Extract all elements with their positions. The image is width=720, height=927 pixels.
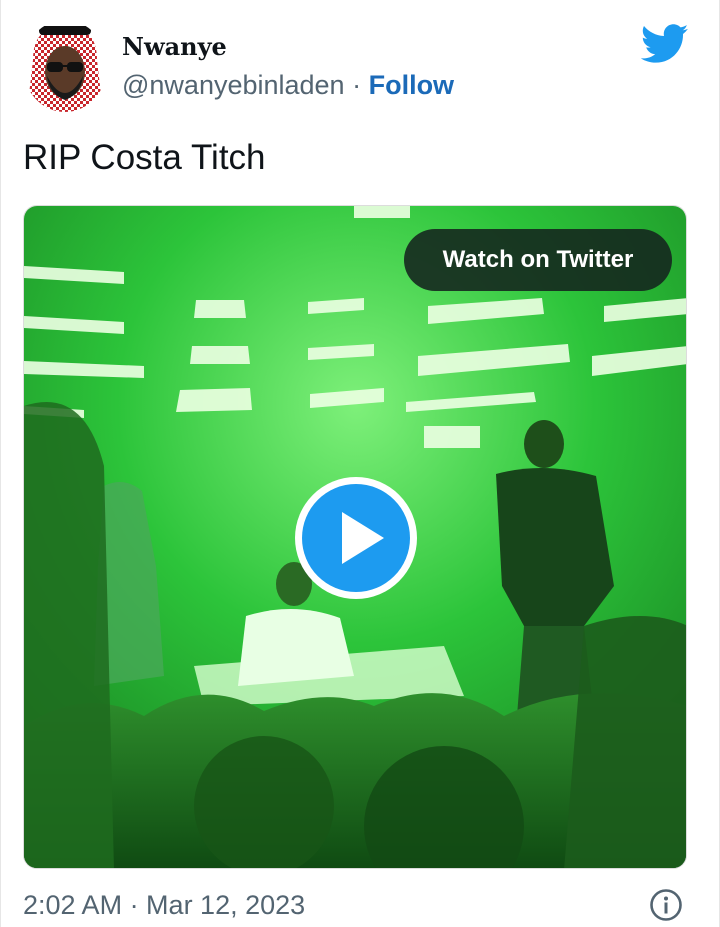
- tweet-text: RIP Costa Titch: [23, 138, 266, 177]
- handle-line: @nwanyebinladen · Follow: [122, 70, 454, 101]
- play-icon[interactable]: [292, 474, 420, 602]
- info-icon[interactable]: [649, 888, 683, 922]
- follow-link[interactable]: Follow: [369, 70, 454, 100]
- display-name[interactable]: Nwanye: [122, 32, 227, 61]
- separator-dot: ·: [344, 70, 369, 100]
- avatar[interactable]: [23, 20, 107, 112]
- video-thumbnail[interactable]: Watch on Twitter: [23, 205, 687, 869]
- twitter-bird-icon[interactable]: [640, 24, 689, 64]
- user-handle[interactable]: @nwanyebinladen: [122, 70, 345, 100]
- tweet-card: Nwanye @nwanyebinladen · Follow RIP Cost…: [0, 0, 720, 927]
- tweet-timestamp[interactable]: 2:02 AM · Mar 12, 2023: [23, 890, 305, 921]
- watch-on-twitter-button[interactable]: Watch on Twitter: [404, 229, 672, 291]
